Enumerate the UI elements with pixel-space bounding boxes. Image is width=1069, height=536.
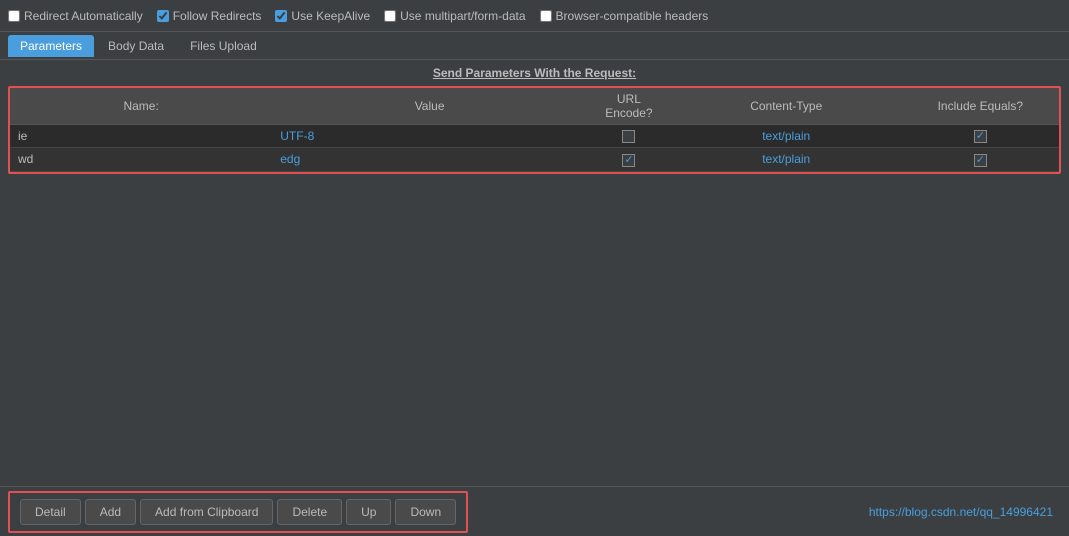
col-header-name: Name: — [10, 88, 272, 125]
row-name-1: wd — [10, 148, 272, 171]
up-button[interactable]: Up — [346, 499, 391, 525]
row-include-0[interactable] — [902, 125, 1059, 148]
urlencode-checkbox-0[interactable] — [622, 130, 635, 143]
table-row[interactable]: wdedg text/plain — [10, 148, 1059, 171]
table-header-row: Name: Value URL Encode? Content-Type Inc… — [10, 88, 1059, 125]
row-name-0: ie — [10, 125, 272, 148]
follow-redirects-checkbox[interactable] — [157, 10, 169, 22]
include-checkbox-1[interactable] — [974, 154, 987, 167]
add-button[interactable]: Add — [85, 499, 136, 525]
table-row[interactable]: ieUTF-8 text/plain — [10, 125, 1059, 148]
use-keepalive-option[interactable]: Use KeepAlive — [275, 9, 370, 23]
row-urlencode-0[interactable] — [587, 125, 671, 148]
urlencode-checkbox-1[interactable] — [622, 154, 635, 167]
row-value-0: UTF-8 — [272, 125, 587, 148]
add-from-clipboard-button[interactable]: Add from Clipboard — [140, 499, 273, 525]
follow-redirects-option[interactable]: Follow Redirects — [157, 9, 262, 23]
bottom-buttons: Detail Add Add from Clipboard Delete Up … — [8, 491, 468, 533]
tab-parameters[interactable]: Parameters — [8, 35, 94, 57]
tab-files-upload[interactable]: Files Upload — [178, 35, 269, 57]
row-urlencode-1[interactable] — [587, 148, 671, 171]
col-header-contenttype: Content-Type — [671, 88, 902, 125]
redirect-auto-option[interactable]: Redirect Automatically — [8, 9, 143, 23]
row-contenttype-1: text/plain — [671, 148, 902, 171]
delete-button[interactable]: Delete — [277, 499, 342, 525]
detail-button[interactable]: Detail — [20, 499, 81, 525]
redirect-auto-label: Redirect Automatically — [24, 9, 143, 23]
send-params-title: Send Parameters With the Request: — [0, 60, 1069, 86]
multipart-form-option[interactable]: Use multipart/form-data — [384, 9, 525, 23]
main-content: Send Parameters With the Request: Name: … — [0, 60, 1069, 536]
params-table-container: Name: Value URL Encode? Content-Type Inc… — [8, 86, 1061, 174]
multipart-form-label: Use multipart/form-data — [400, 9, 525, 23]
use-keepalive-label: Use KeepAlive — [291, 9, 370, 23]
row-contenttype-0: text/plain — [671, 125, 902, 148]
status-bar: https://blog.csdn.net/qq_14996421 — [468, 505, 1061, 519]
use-keepalive-checkbox[interactable] — [275, 10, 287, 22]
follow-redirects-label: Follow Redirects — [173, 9, 262, 23]
browser-headers-label: Browser-compatible headers — [556, 9, 709, 23]
status-url: https://blog.csdn.net/qq_14996421 — [869, 505, 1053, 519]
browser-headers-checkbox[interactable] — [540, 10, 552, 22]
row-include-1[interactable] — [902, 148, 1059, 171]
bottom-bar: Detail Add Add from Clipboard Delete Up … — [0, 486, 1069, 536]
top-bar: Redirect Automatically Follow Redirects … — [0, 0, 1069, 32]
tab-body-data[interactable]: Body Data — [96, 35, 176, 57]
include-checkbox-0[interactable] — [974, 130, 987, 143]
col-header-value: Value — [272, 88, 587, 125]
col-header-urlencode: URL Encode? — [587, 88, 671, 125]
browser-headers-option[interactable]: Browser-compatible headers — [540, 9, 709, 23]
multipart-form-checkbox[interactable] — [384, 10, 396, 22]
params-table: Name: Value URL Encode? Content-Type Inc… — [10, 88, 1059, 172]
down-button[interactable]: Down — [395, 499, 456, 525]
row-value-1: edg — [272, 148, 587, 171]
redirect-auto-checkbox[interactable] — [8, 10, 20, 22]
col-header-include: Include Equals? — [902, 88, 1059, 125]
tabs-bar: Parameters Body Data Files Upload — [0, 32, 1069, 60]
